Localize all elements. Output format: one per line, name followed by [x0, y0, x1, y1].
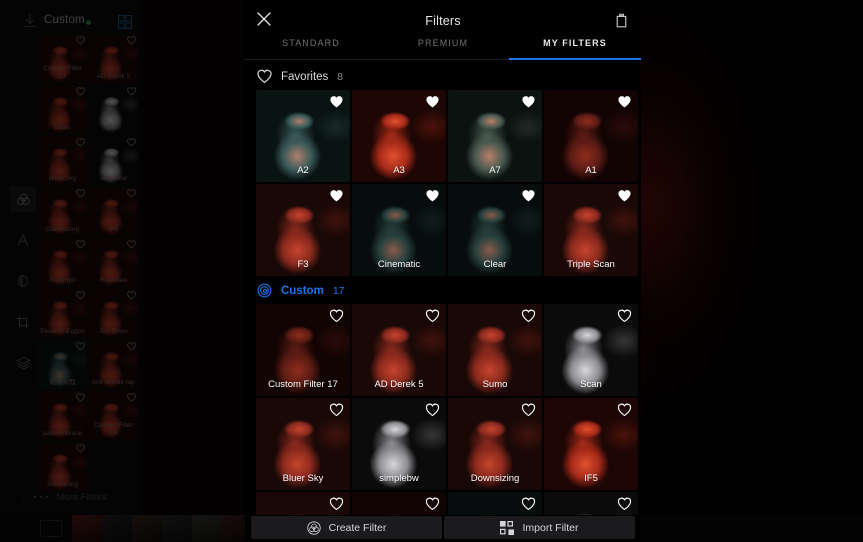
app-root: Custom	[0, 0, 863, 542]
favorite-outline-icon[interactable]	[329, 309, 344, 323]
filter-tile[interactable]: Cinematic	[352, 184, 446, 276]
filter-tile[interactable]: Sumo	[448, 304, 542, 396]
filter-grid-custom: Custom Filter 17 AD Derek 5 Sumo Scan Bl…	[245, 304, 641, 515]
tab-standard[interactable]: STANDARD	[245, 36, 377, 60]
favorite-filled-icon[interactable]	[617, 95, 632, 109]
section-title: Custom	[281, 284, 324, 297]
favorite-outline-icon[interactable]	[425, 403, 440, 417]
filters-modal: Filters STANDARD PREMIUM MY FILTERS Favo…	[245, 0, 641, 542]
filter-tile-label: Triple Scan	[567, 258, 615, 270]
favorite-filled-icon[interactable]	[425, 189, 440, 203]
filter-tile[interactable]: A1	[544, 90, 638, 182]
filter-tile-label: A7	[489, 164, 501, 176]
filter-tile-label: A3	[393, 164, 405, 176]
favorite-filled-icon[interactable]	[521, 95, 536, 109]
favorite-outline-icon[interactable]	[521, 497, 536, 511]
favorite-outline-icon[interactable]	[521, 309, 536, 323]
filter-sections: Favorites 8 A2 A3 A7 A1 F3 Cinematic Clea…	[245, 62, 641, 515]
heart-outline-icon	[257, 69, 272, 84]
modal-header: Filters	[245, 0, 641, 36]
filter-tile[interactable]: Triple Scan	[544, 184, 638, 276]
favorite-filled-icon[interactable]	[425, 95, 440, 109]
filter-grid-favorites: A2 A3 A7 A1 F3 Cinematic Clear Triple Sc…	[245, 90, 641, 276]
filter-tile-label: Sumo	[482, 378, 508, 390]
filter-tile[interactable]: F3	[256, 184, 350, 276]
tab-premium[interactable]: PREMIUM	[377, 36, 509, 60]
filter-tile-label: Custom Filter 17	[268, 378, 338, 390]
favorite-outline-icon[interactable]	[425, 497, 440, 511]
filters-scroll-area[interactable]: Favorites 8 A2 A3 A7 A1 F3 Cinematic Clea…	[245, 62, 641, 515]
favorite-filled-icon[interactable]	[521, 189, 536, 203]
modal-footer: Create Filter Import Filter	[245, 515, 641, 542]
filter-tile[interactable]: Clear	[448, 184, 542, 276]
filter-tile[interactable]: A7	[448, 90, 542, 182]
filter-tile-label: simplebw	[379, 472, 419, 484]
favorite-filled-icon[interactable]	[329, 189, 344, 203]
filter-tile-label: IF5	[584, 472, 598, 484]
filter-tile[interactable]: A2	[256, 90, 350, 182]
favorite-filled-icon[interactable]	[617, 189, 632, 203]
filter-tile-label: Cinematic	[377, 258, 421, 270]
favorite-outline-icon[interactable]	[617, 309, 632, 323]
filter-tile-label: Downsizing	[470, 472, 520, 484]
favorite-outline-icon[interactable]	[425, 309, 440, 323]
section-title: Favorites	[281, 70, 329, 83]
import-filter-icon	[500, 520, 515, 535]
favorite-outline-icon[interactable]	[617, 403, 632, 417]
trash-icon[interactable]	[615, 13, 628, 28]
filter-tile[interactable]: A3	[352, 90, 446, 182]
filter-tile-label: Clear	[483, 258, 507, 270]
filter-tile[interactable]: IF5	[544, 398, 638, 490]
filter-category-tabs: STANDARD PREMIUM MY FILTERS	[245, 36, 641, 60]
tab-my-filters[interactable]: MY FILTERS	[509, 36, 641, 60]
filter-tile[interactable]: Custom Filter 17	[256, 304, 350, 396]
favorite-outline-icon[interactable]	[329, 497, 344, 511]
filter-tile[interactable]	[448, 492, 542, 515]
create-filter-icon	[306, 520, 321, 535]
filter-tile[interactable]: Bluer Sky	[256, 398, 350, 490]
section-header-custom: Custom 17	[245, 276, 641, 304]
filter-tile-label: A1	[585, 164, 597, 176]
filter-tile-label: A2	[297, 164, 309, 176]
filter-tile[interactable]	[544, 492, 638, 515]
favorite-outline-icon[interactable]	[617, 497, 632, 511]
favorite-outline-icon[interactable]	[521, 403, 536, 417]
import-filter-button[interactable]: Import Filter	[444, 516, 635, 539]
filter-tile-label: F3	[297, 258, 309, 270]
filter-tile-label: AD Derek 5	[374, 378, 424, 390]
favorite-outline-icon[interactable]	[329, 403, 344, 417]
import-filter-label: Import Filter	[522, 521, 579, 534]
filter-tile-label: Scan	[580, 378, 602, 390]
create-filter-label: Create Filter	[328, 521, 387, 534]
spiral-icon	[257, 283, 272, 298]
filter-tile[interactable]: Downsizing	[448, 398, 542, 490]
section-header-favorites: Favorites 8	[245, 62, 641, 90]
filter-tile-label: Bluer Sky	[282, 472, 324, 484]
filter-tile[interactable]	[352, 492, 446, 515]
filter-tile[interactable]	[256, 492, 350, 515]
page-title: Filters	[425, 14, 461, 28]
active-tab-indicator	[509, 58, 641, 60]
filter-tile[interactable]: AD Derek 5	[352, 304, 446, 396]
filter-tile[interactable]: Scan	[544, 304, 638, 396]
section-count: 17	[332, 284, 345, 297]
section-count: 8	[337, 70, 344, 83]
favorite-filled-icon[interactable]	[329, 95, 344, 109]
filter-tile[interactable]: simplebw	[352, 398, 446, 490]
create-filter-button[interactable]: Create Filter	[251, 516, 442, 539]
